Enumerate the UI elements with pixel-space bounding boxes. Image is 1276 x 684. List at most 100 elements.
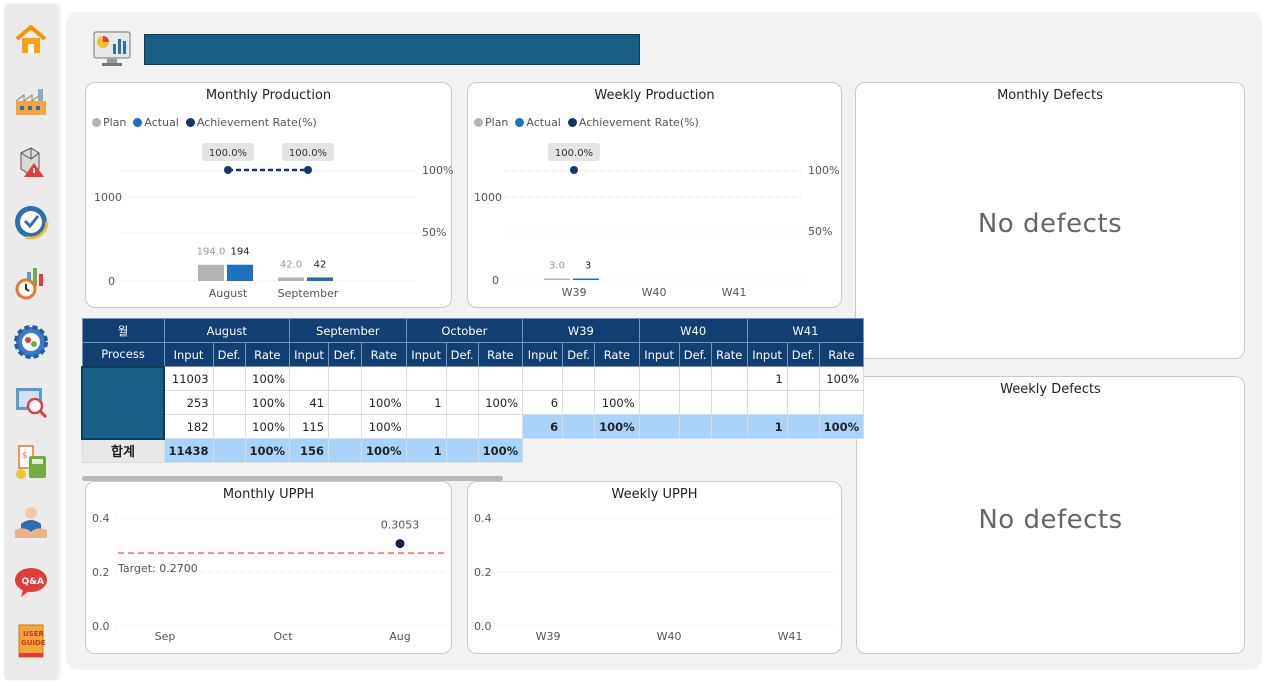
- monthly-defects-title: Monthly Defects: [997, 88, 1103, 103]
- inspection-map-icon[interactable]: [13, 384, 49, 420]
- table-cell: [328, 390, 363, 415]
- y-tick: 0: [492, 274, 499, 287]
- sub-header-input[interactable]: Input: [746, 342, 788, 367]
- table-cell: [212, 414, 246, 439]
- actual-data-label: 194: [230, 247, 249, 258]
- production-time-icon[interactable]: [13, 264, 49, 300]
- monthly-defects-card: Monthly Defects No defects: [855, 82, 1245, 359]
- rate-point[interactable]: [224, 166, 232, 174]
- x-tick: September: [278, 287, 339, 300]
- table-cell: [678, 390, 712, 415]
- table-cell: [445, 390, 479, 415]
- table-cell: [786, 366, 820, 391]
- production-table: 월 August September October W39 W40 W41 P…: [81, 318, 865, 463]
- table-cell: [477, 414, 524, 439]
- table-cell: [638, 414, 680, 439]
- sub-header-def[interactable]: Def.: [212, 342, 246, 367]
- group-header[interactable]: W41: [746, 318, 865, 343]
- sidebar-nav: $ Q&A USER GUIDE: [4, 4, 58, 680]
- y-tick: 0.0: [92, 620, 110, 633]
- sub-header-def[interactable]: Def.: [445, 342, 479, 367]
- table-cell: [522, 366, 564, 391]
- sub-header-input[interactable]: Input: [405, 342, 447, 367]
- y2-tick: 50%: [808, 225, 832, 238]
- table-cell: 100%: [594, 390, 640, 415]
- plan-bar[interactable]: [278, 277, 304, 281]
- defect-alert-icon[interactable]: [13, 144, 49, 180]
- weekly-production-chart: 1000 0 100% 50% W39 3.0 3 100.0% W40 W41: [474, 143, 839, 299]
- sub-header-input[interactable]: Input: [289, 342, 330, 367]
- group-header[interactable]: October: [405, 318, 524, 343]
- settings-icon[interactable]: [13, 324, 49, 360]
- x-tick: W41: [722, 286, 747, 299]
- table-cell: [405, 414, 447, 439]
- table-row[interactable]: 11003 100% 1 100%: [81, 365, 865, 440]
- sub-header-rate[interactable]: Rate: [594, 342, 640, 367]
- y-tick: 0.4: [474, 512, 492, 525]
- total-cell: 1: [405, 438, 447, 463]
- home-icon[interactable]: [13, 22, 49, 58]
- actual-bar[interactable]: [227, 264, 253, 281]
- sub-header-input[interactable]: Input: [522, 342, 564, 367]
- sub-header-def[interactable]: Def.: [328, 342, 363, 367]
- sub-header-def[interactable]: Def.: [786, 342, 820, 367]
- table-cell: [638, 390, 680, 415]
- table-cell: [678, 366, 712, 391]
- sub-header-rate[interactable]: Rate: [710, 342, 748, 367]
- table-cell: 1: [746, 366, 788, 391]
- plan-data-label: 194.0: [197, 247, 226, 258]
- dashboard-monitor-icon: [92, 30, 134, 70]
- table-cell: [361, 366, 407, 391]
- group-header[interactable]: August: [163, 318, 291, 343]
- actual-bar[interactable]: [573, 278, 599, 281]
- upph-data-label: 0.3053: [381, 519, 420, 532]
- table-cell: 100%: [594, 414, 640, 439]
- table-total-row[interactable]: 합계 11438 100% 156 100% 1 100%: [81, 438, 864, 463]
- support-person-icon[interactable]: [13, 504, 49, 540]
- group-header[interactable]: September: [289, 318, 407, 343]
- kpi-icon[interactable]: [13, 204, 49, 240]
- rate-point[interactable]: [304, 166, 312, 174]
- factory-icon[interactable]: [13, 84, 49, 120]
- sub-header-rate[interactable]: Rate: [244, 342, 291, 367]
- plan-bar[interactable]: [544, 278, 570, 281]
- table-cell: 182: [163, 414, 214, 439]
- x-tick: Aug: [389, 630, 410, 643]
- process-header[interactable]: Process: [81, 342, 165, 367]
- y-tick: 0.2: [474, 566, 492, 579]
- actual-bar[interactable]: [307, 277, 333, 281]
- table-cell: [638, 366, 680, 391]
- sub-header-input[interactable]: Input: [638, 342, 680, 367]
- y-tick: 0.0: [474, 620, 492, 633]
- sub-header-def[interactable]: Def.: [562, 342, 596, 367]
- sub-header-rate[interactable]: Rate: [361, 342, 407, 367]
- x-tick: W40: [657, 630, 682, 643]
- table-row[interactable]: 182 100% 115 100% 6 100% 1 100%: [82, 414, 865, 439]
- cost-calculator-icon[interactable]: $: [13, 444, 49, 480]
- table-cell: [405, 366, 447, 391]
- table-cell: [477, 366, 524, 391]
- table-row[interactable]: 253 100% 41 100% 1 100% 6 100%: [82, 390, 865, 415]
- weekly-production-card: Weekly Production Plan Actual Achievemen…: [467, 82, 842, 308]
- sub-header-rate[interactable]: Rate: [818, 342, 865, 367]
- rate-point[interactable]: [570, 166, 578, 174]
- sub-header-rate[interactable]: Rate: [477, 342, 524, 367]
- sub-header-input[interactable]: Input: [163, 342, 214, 367]
- upph-point[interactable]: [395, 539, 405, 549]
- group-header[interactable]: W40: [638, 318, 748, 343]
- total-cell: 100%: [477, 438, 524, 463]
- total-cell: [328, 438, 363, 463]
- table-cell: 100%: [361, 414, 407, 439]
- table-cell: [786, 390, 820, 415]
- qa-chat-icon[interactable]: Q&A: [13, 564, 49, 600]
- actual-data-label: 3: [585, 261, 591, 272]
- process-name-cell: [81, 365, 165, 440]
- sub-header-def[interactable]: Def.: [678, 342, 712, 367]
- svg-text:Q&A: Q&A: [22, 577, 44, 587]
- table-cell: 6: [522, 414, 564, 439]
- actual-data-label: 42: [314, 259, 327, 270]
- svg-text:GUIDE: GUIDE: [21, 639, 46, 647]
- user-guide-icon[interactable]: USER GUIDE: [13, 624, 49, 660]
- group-header[interactable]: W39: [522, 318, 640, 343]
- plan-bar[interactable]: [198, 264, 224, 281]
